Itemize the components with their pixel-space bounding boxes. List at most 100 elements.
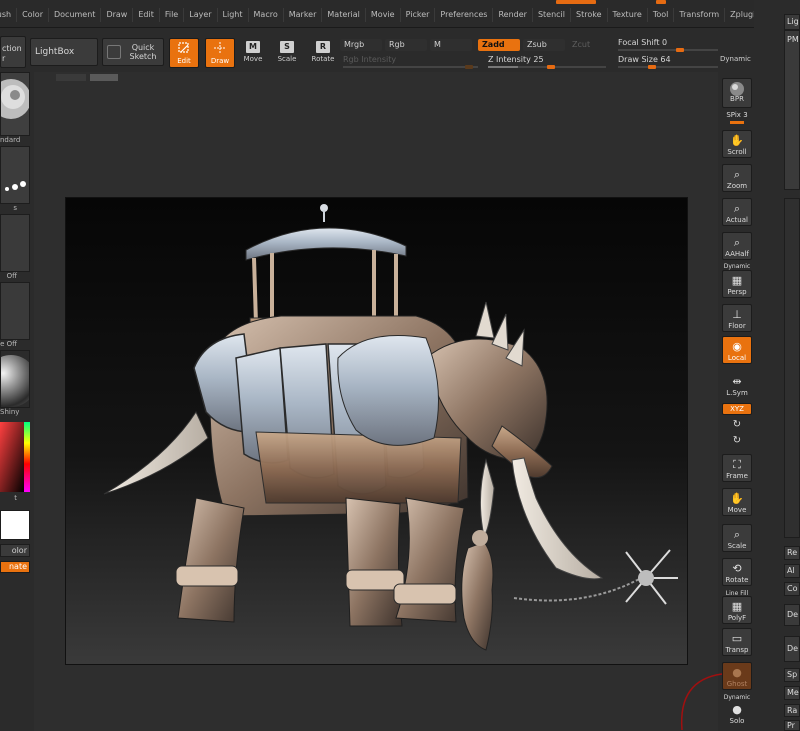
floor-button[interactable]: ⊥ Floor [722,304,752,332]
frame-button[interactable]: ⛶ Frame [722,454,752,482]
brush-thumbnail[interactable] [0,72,30,136]
rotate-button[interactable]: R Rotate [308,38,338,68]
bpr-button[interactable]: BPR [722,78,752,108]
bpr-label: BPR [730,95,744,103]
draw-label: Draw [210,57,230,65]
draw-size-knob[interactable] [648,65,656,69]
menu-texture[interactable]: Texture [606,8,647,22]
edit-button[interactable]: Edit [169,38,199,68]
focal-shift-slider[interactable]: Focal Shift 0 [618,38,718,52]
texture-thumbnail[interactable] [0,282,30,340]
canvas-scrollbar-thumb[interactable] [90,74,118,81]
move-button[interactable]: M Move [238,38,268,68]
panel-scroll-area[interactable] [784,198,800,538]
pm-panel[interactable]: PM [784,30,800,190]
menu-light[interactable]: Light [216,8,248,22]
right-shelf: BPR SPix 3 ✋ Scroll ⌕ Zoom ⌕ Actual ⌕ AA… [718,72,754,731]
zcut-button[interactable]: Zcut [568,39,610,51]
shelf-move-button[interactable]: ✋ Move [722,488,752,516]
bpr-sphere-icon [723,81,751,96]
material-thumbnail[interactable] [0,350,30,408]
zoom-button[interactable]: ⌕ Zoom [722,164,752,192]
spix-knob[interactable] [730,121,744,124]
alternate-button[interactable]: nate [0,561,30,573]
floor-label: Floor [728,322,746,330]
actual-button[interactable]: ⌕ Actual [722,198,752,226]
scale-button[interactable]: S Scale [272,38,302,68]
quick-sketch-button[interactable]: Quick Sketch [102,38,164,66]
menu-render[interactable]: Render [492,8,531,22]
document-canvas[interactable] [65,197,688,665]
stroke-thumbnail[interactable] [0,146,30,204]
menu-macro[interactable]: Macro [247,8,283,22]
magnifier-icon: ⌕ [733,202,741,215]
scroll-button[interactable]: ✋ Scroll [722,130,752,158]
rotate-axis-icon[interactable]: ↻ [720,419,754,430]
menu-transform[interactable]: Transform [673,8,724,22]
menu-color[interactable]: Color [16,8,48,22]
transp-button[interactable]: ▭ Transp [722,628,752,656]
mrgb-button[interactable]: Mrgb [340,39,382,51]
menu-edit[interactable]: Edit [132,8,159,22]
menu-document[interactable]: Document [47,8,100,22]
shelf-scale-button[interactable]: ⌕ Scale [722,524,752,552]
zsub-button[interactable]: Zsub [523,39,565,51]
menu-movie[interactable]: Movie [364,8,400,22]
menu-stencil[interactable]: Stencil [531,8,570,22]
z-intensity-knob[interactable] [547,65,555,69]
menu-tool[interactable]: Tool [646,8,674,22]
panel-row-2[interactable]: Al [784,564,800,578]
projection-master-button[interactable]: ction r [0,36,26,68]
draw-button[interactable]: Draw [205,38,235,68]
panel-row-8[interactable]: Ra [784,704,800,717]
aahalf-button[interactable]: ⌕ AAHalf [722,232,752,260]
rgb-intensity-slider[interactable]: Rgb Intensity [343,55,478,69]
z-intensity-slider[interactable]: Z Intensity 25 [488,55,606,69]
shelf-rotate-button[interactable]: ⟲ Rotate [722,558,752,586]
local-button[interactable]: ◉ Local [722,336,752,364]
rotate-axis-icon-2[interactable]: ↻ [720,435,754,446]
symmetry-arrows-icon: ⇹ [732,375,742,388]
edit-label: Edit [177,57,191,65]
menu-marker[interactable]: Marker [282,8,322,22]
panel-row-7[interactable]: Me [784,686,800,700]
draw-size-slider[interactable]: Draw Size 64 [618,55,718,69]
panel-row-5[interactable]: De [784,636,800,662]
menu-material[interactable]: Material [321,8,365,22]
spix-slider[interactable]: SPix 3 [720,111,754,119]
alpha-thumbnail[interactable] [0,214,30,272]
canvas-scrollbar-track[interactable] [56,74,86,81]
panel-row-9[interactable]: Pr [784,720,800,731]
menu-preferences[interactable]: Preferences [434,8,492,22]
main-color-swatch[interactable] [0,510,30,540]
dynamic-toggle[interactable]: Dynamic [720,55,751,63]
rgb-intensity-knob[interactable] [465,65,473,69]
menu-brush[interactable]: Brush [0,8,16,22]
polyf-button[interactable]: ▦ PolyF [722,596,752,624]
color-picker[interactable] [0,422,30,492]
material-sphere-icon [1,351,29,407]
rgb-button[interactable]: Rgb [385,39,427,51]
zadd-button[interactable]: Zadd [478,39,520,51]
quick-sketch-label-1: Quick [131,43,155,52]
panel-row-1[interactable]: Re [784,546,800,560]
persp-button[interactable]: ▦ Persp [722,270,752,298]
lsym-button[interactable]: ⇹ L.Sym [722,372,752,400]
menu-draw[interactable]: Draw [100,8,132,22]
panel-row-4[interactable]: De [784,604,800,626]
persp-dynamic-label: Dynamic [723,263,751,270]
focal-shift-label: Focal Shift [618,38,660,47]
xyz-button[interactable]: XYZ [722,403,752,415]
panel-row-6[interactable]: Sp [784,668,800,682]
panel-row-3[interactable]: Co [784,582,800,596]
menu-stroke[interactable]: Stroke [570,8,607,22]
menu-file[interactable]: File [158,8,183,22]
light-panel-tab[interactable]: Lig [784,14,800,30]
switch-color-button[interactable]: olor [0,544,30,557]
frame-label: Frame [726,472,748,480]
menu-picker[interactable]: Picker [399,8,435,22]
lightbox-button[interactable]: LightBox [30,38,98,66]
focal-shift-knob[interactable] [676,48,684,52]
m-button[interactable]: M [430,39,472,51]
menu-layer[interactable]: Layer [183,8,216,22]
